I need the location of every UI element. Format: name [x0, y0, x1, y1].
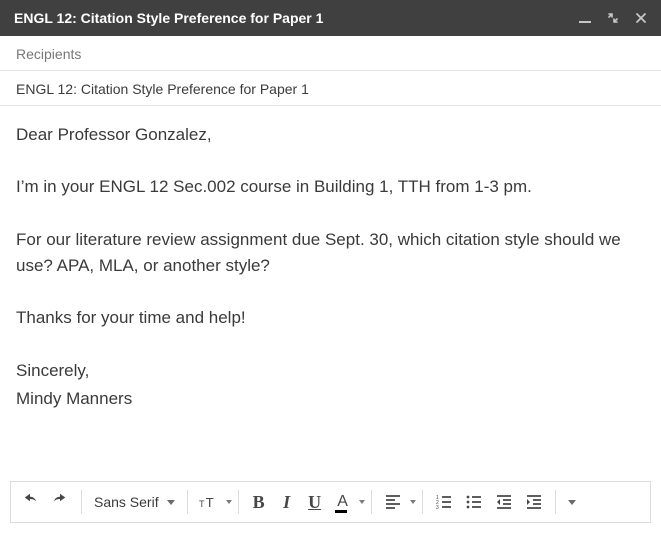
indent-less-button[interactable]	[489, 486, 519, 518]
body-paragraph: Dear Professor Gonzalez,	[16, 122, 645, 148]
body-paragraph: Thanks for your time and help!	[16, 305, 645, 331]
close-icon[interactable]	[635, 12, 647, 24]
toolbar-separator	[555, 490, 556, 514]
chevron-down-icon	[359, 500, 365, 504]
svg-text:3: 3	[436, 505, 439, 511]
body-paragraph: Mindy Manners	[16, 386, 645, 412]
message-body[interactable]: Dear Professor Gonzalez, I’m in your ENG…	[0, 106, 661, 473]
underline-button[interactable]: U	[301, 486, 329, 518]
recipients-field[interactable]: Recipients	[0, 36, 661, 71]
window-controls	[579, 12, 647, 24]
numbered-list-button[interactable]: 123	[429, 486, 459, 518]
toolbar-separator	[422, 490, 423, 514]
more-formatting-button[interactable]	[562, 486, 582, 518]
italic-button[interactable]: I	[273, 486, 301, 518]
toolbar-separator	[81, 490, 82, 514]
toolbar-separator	[187, 490, 188, 514]
chevron-down-icon	[167, 500, 175, 505]
svg-text:T: T	[199, 499, 205, 509]
chevron-down-icon	[410, 500, 416, 504]
formatting-toolbar: Sans Serif TT B I U A	[10, 481, 651, 523]
window-title: ENGL 12: Citation Style Preference for P…	[14, 10, 579, 26]
toolbar-separator	[238, 490, 239, 514]
body-paragraph: I’m in your ENGL 12 Sec.002 course in Bu…	[16, 174, 645, 200]
align-button[interactable]	[378, 486, 408, 518]
indent-more-button[interactable]	[519, 486, 549, 518]
text-color-button[interactable]: A	[329, 486, 357, 518]
font-family-picker[interactable]: Sans Serif	[88, 494, 181, 510]
body-paragraph: Sincerely,	[16, 358, 645, 384]
titlebar: ENGL 12: Citation Style Preference for P…	[0, 0, 661, 36]
undo-button[interactable]	[15, 486, 45, 518]
maximize-icon[interactable]	[607, 12, 619, 24]
font-size-button[interactable]: TT	[194, 486, 224, 518]
bulleted-list-button[interactable]	[459, 486, 489, 518]
font-family-label: Sans Serif	[94, 494, 159, 510]
bold-button[interactable]: B	[245, 486, 273, 518]
body-paragraph: For our literature review assignment due…	[16, 227, 645, 280]
redo-button[interactable]	[45, 486, 75, 518]
chevron-down-icon	[226, 500, 232, 504]
compose-window: ENGL 12: Citation Style Preference for P…	[0, 0, 661, 535]
chevron-down-icon	[568, 500, 576, 505]
subject-field[interactable]: ENGL 12: Citation Style Preference for P…	[0, 71, 661, 106]
formatting-toolbar-wrap: Sans Serif TT B I U A	[0, 473, 661, 535]
toolbar-separator	[371, 490, 372, 514]
svg-text:T: T	[205, 495, 213, 510]
minimize-icon[interactable]	[579, 12, 591, 24]
